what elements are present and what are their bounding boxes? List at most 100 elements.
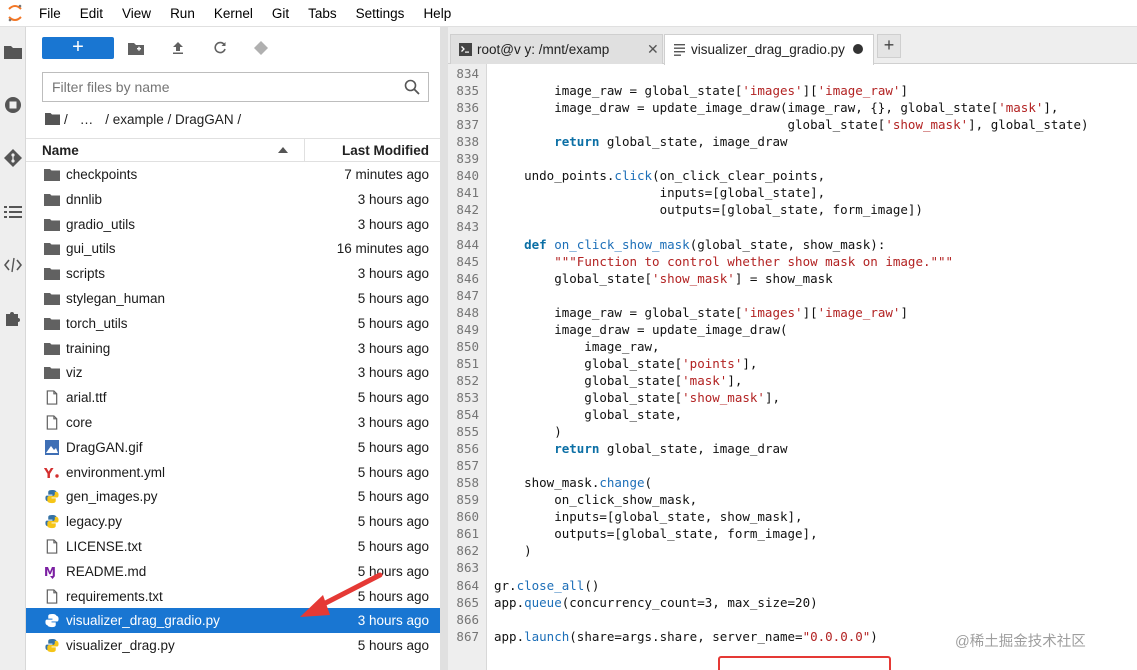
name-column-header[interactable]: Name [42,143,79,158]
list-item[interactable]: scripts 3 hours ago [26,261,440,286]
folder-icon[interactable] [3,42,23,62]
activity-bar [0,27,26,670]
panel-splitter[interactable] [440,27,448,670]
new-launcher-button[interactable]: + [42,37,114,59]
tab-terminal-label: root@v y: /mnt/examp [477,42,610,57]
line-number: 840 [456,168,479,184]
folder-icon [44,317,60,330]
list-item[interactable]: LICENSE.txt 5 hours ago [26,534,440,559]
new-folder-icon[interactable] [127,39,145,57]
close-icon[interactable]: ✕ [647,41,659,58]
menu-item-git[interactable]: Git [263,0,299,27]
filter-files-input[interactable] [43,73,383,101]
list-item[interactable]: training 3 hours ago [26,336,440,361]
markdown-file-icon: M [44,565,56,579]
list-item[interactable]: gradio_utils 3 hours ago [26,212,440,237]
list-item[interactable]: visualizer_drag_gradio.py 3 hours ago [26,608,440,634]
breadcrumb-ellipsis[interactable]: … [80,112,94,127]
list-item[interactable]: stylegan_human 5 hours ago [26,286,440,311]
code-editor[interactable]: 834 835 836 837 838 839 840 841 842 843 844 845 846 8… [448,64,1137,670]
file-modified: 3 hours ago [357,365,429,381]
folder-icon [44,342,60,355]
breadcrumb-path[interactable]: / example / DragGAN / [105,112,241,127]
upload-icon[interactable] [169,39,187,57]
list-item[interactable]: dnnlib 3 hours ago [26,187,440,212]
list-item[interactable]: legacy.py 5 hours ago [26,509,440,534]
search-icon [404,79,420,95]
line-number: 851 [456,355,479,371]
code-line: return global_state, image_draw [554,134,788,150]
sort-ascending-icon[interactable] [278,147,288,153]
git-clone-icon[interactable] [252,39,270,57]
unsaved-dot-icon[interactable] [853,44,863,54]
folder-icon [44,218,60,231]
terminal-icon [459,43,472,56]
last-modified-column-header[interactable]: Last Modified [342,143,429,158]
table-of-contents-icon[interactable] [3,202,23,222]
column-divider[interactable] [304,139,305,162]
tab-visualizer-drag-gradio[interactable]: visualizer_drag_gradio.py [664,34,874,65]
listing-header: Name Last Modified [26,138,440,162]
menu-item-run[interactable]: Run [161,0,205,27]
add-tab-button[interactable]: + [877,34,901,58]
code-line: gr.close_all() [494,577,600,593]
list-item[interactable]: M README.md 5 hours ago [26,559,440,584]
list-item[interactable]: DragGAN.gif 5 hours ago [26,435,440,460]
line-number: 837 [456,117,479,133]
svg-text:Y: Y [44,467,54,480]
code-line: global_state['points'], [494,355,758,371]
line-number: 861 [456,526,479,542]
list-item[interactable]: gen_images.py 5 hours ago [26,484,440,509]
menu-item-help[interactable]: Help [414,0,461,27]
file-name: torch_utils [66,315,128,331]
line-number: 843 [456,219,479,235]
code-icon[interactable] [3,255,23,275]
file-icon [46,415,58,430]
list-item[interactable]: Yenvironment.yml 5 hours ago [26,460,440,485]
list-item[interactable]: requirements.txt 5 hours ago [26,584,440,609]
menu-item-view[interactable]: View [113,0,161,27]
list-item[interactable]: torch_utils 5 hours ago [26,311,440,336]
git-icon[interactable] [3,148,23,168]
file-browser: + / … / example / DragGAN / Name Last Mo… [26,27,440,670]
tab-terminal[interactable]: root@v y: /mnt/examp ✕ [450,34,663,64]
home-folder-icon[interactable] [45,113,60,125]
folder-icon [44,367,60,380]
list-item[interactable]: checkpoints 7 minutes ago [26,162,440,187]
file-browser-toolbar: + [26,27,440,69]
line-number: 836 [456,100,479,116]
refresh-icon[interactable] [211,39,229,57]
file-modified: 5 hours ago [357,290,429,306]
file-name: scripts [66,266,106,282]
breadcrumb-root[interactable]: / [64,112,68,127]
line-number: 865 [456,594,479,610]
line-number: 839 [456,151,479,167]
code-line: outputs=[global_state, form_image]) [494,202,923,218]
python-file-icon [45,639,59,653]
extensions-icon[interactable] [3,308,23,328]
line-number: 834 [456,66,479,81]
list-item[interactable]: visualizer_drag.py 5 hours ago [26,633,440,658]
menu-item-file[interactable]: File [30,0,71,27]
file-name: LICENSE.txt [66,538,142,554]
list-item[interactable]: core 3 hours ago [26,410,440,435]
menu-item-settings[interactable]: Settings [347,0,415,27]
list-item[interactable]: arial.ttf 5 hours ago [26,385,440,410]
code-line: app.launch(share=args.share, server_name… [494,628,878,644]
list-item[interactable]: viz 3 hours ago [26,360,440,385]
folder-icon [44,169,60,181]
file-icon [46,588,58,604]
python-file-icon [45,515,59,529]
file-listing: checkpoints 7 minutes ago dnnlib 3 hours ag… [26,162,440,658]
running-kernels-icon[interactable] [3,95,23,115]
breadcrumb: / … / example / DragGAN / [45,109,247,129]
file-modified: 3 hours ago [357,613,429,629]
menu-item-kernel[interactable]: Kernel [205,0,263,27]
filter-files-field[interactable] [42,72,429,102]
menu-item-edit[interactable]: Edit [71,0,113,27]
watermark: @稀土掘金技术社区 [955,634,1086,650]
code-line: outputs=[global_state, form_image], [494,526,818,542]
code-line: image_raw = global_state['images']['imag… [494,304,908,320]
menu-item-tabs[interactable]: Tabs [299,0,347,27]
list-item[interactable]: gui_utils 16 minutes ago [26,236,440,261]
